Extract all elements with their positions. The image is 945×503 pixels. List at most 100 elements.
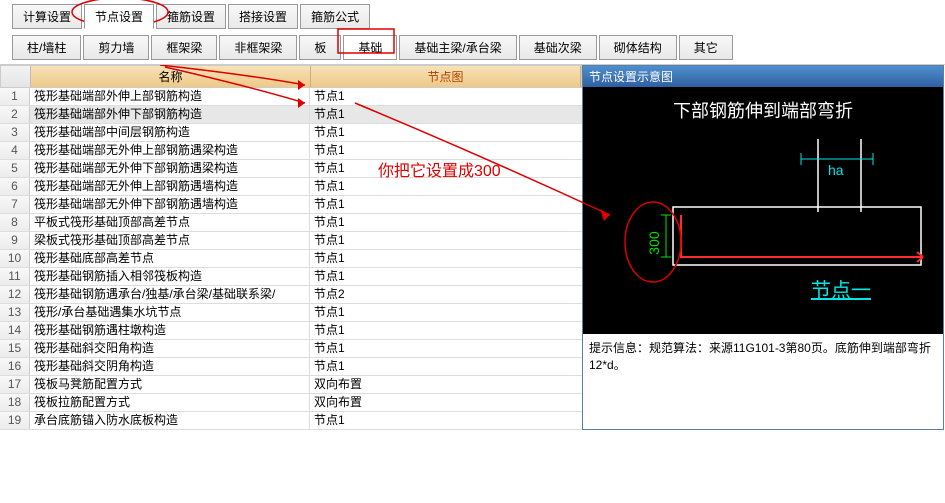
row-index: 19 <box>0 412 30 429</box>
main-tab-bar: 计算设置 节点设置 箍筋设置 搭接设置 箍筋公式 <box>0 0 945 29</box>
row-name: 承台底筋锚入防水底板构造 <box>30 412 310 429</box>
row-index: 16 <box>0 358 30 375</box>
row-name: 筏形基础端部无外伸下部钢筋遇梁构造 <box>30 160 310 177</box>
row-name: 筏形基础端部无外伸下部钢筋遇墙构造 <box>30 196 310 213</box>
sec-tab-masonry[interactable]: 砌体结构 <box>599 35 677 60</box>
row-node[interactable]: 节点1 <box>310 232 582 249</box>
sec-tab-foundation-subbeam[interactable]: 基础次梁 <box>519 35 597 60</box>
row-node[interactable]: 节点1 <box>310 304 582 321</box>
diagram-title-bar: 节点设置示意图 <box>583 66 943 87</box>
header-node: 节点图 <box>311 66 581 87</box>
row-index: 12 <box>0 286 30 303</box>
row-node[interactable]: 节点1 <box>310 124 582 141</box>
row-index: 14 <box>0 322 30 339</box>
settings-table: 名称 节点图 1筏形基础端部外伸上部钢筋构造节点12筏形基础端部外伸下部钢筋构造… <box>0 65 582 430</box>
sec-tab-shearwall[interactable]: 剪力墙 <box>83 35 149 60</box>
row-node[interactable]: 节点1 <box>310 412 582 429</box>
tab-stirrup-settings[interactable]: 箍筋设置 <box>156 4 226 29</box>
row-node[interactable]: 节点1 <box>310 340 582 357</box>
row-name: 筏板马凳筋配置方式 <box>30 376 310 393</box>
row-index: 6 <box>0 178 30 195</box>
row-index: 2 <box>0 106 30 123</box>
ha-label: ha <box>828 162 844 178</box>
table-header: 名称 节点图 <box>0 65 582 88</box>
tab-calc-settings[interactable]: 计算设置 <box>12 4 82 29</box>
header-name: 名称 <box>31 66 311 87</box>
row-name: 筏形基础钢筋插入相邻筏板构造 <box>30 268 310 285</box>
diagram-heading: 下部钢筋伸到端部弯折 <box>673 101 853 121</box>
sec-tab-nonframebeam[interactable]: 非框架梁 <box>219 35 297 60</box>
sec-tab-foundation-mainbeam[interactable]: 基础主梁/承台梁 <box>399 35 516 60</box>
table-row[interactable]: 8平板式筏形基础顶部高差节点节点1 <box>0 214 582 232</box>
row-name: 筏形基础端部外伸上部钢筋构造 <box>30 88 310 105</box>
row-name: 筏形基础斜交阴角构造 <box>30 358 310 375</box>
table-row[interactable]: 11筏形基础钢筋插入相邻筏板构造节点1 <box>0 268 582 286</box>
dim-300-label: 300 <box>646 231 662 255</box>
table-row[interactable]: 7筏形基础端部无外伸下部钢筋遇墙构造节点1 <box>0 196 582 214</box>
row-node[interactable]: 节点1 <box>310 178 582 195</box>
row-index: 8 <box>0 214 30 231</box>
table-row[interactable]: 18筏板拉筋配置方式双向布置 <box>0 394 582 412</box>
row-name: 筏形基础底部高差节点 <box>30 250 310 267</box>
row-node[interactable]: 节点1 <box>310 88 582 105</box>
row-index: 15 <box>0 340 30 357</box>
row-index: 13 <box>0 304 30 321</box>
row-name: 筏形基础端部中间层钢筋构造 <box>30 124 310 141</box>
row-name: 筏形基础钢筋遇承台/独基/承台梁/基础联系梁/ <box>30 286 310 303</box>
table-row[interactable]: 1筏形基础端部外伸上部钢筋构造节点1 <box>0 88 582 106</box>
table-row[interactable]: 5筏形基础端部无外伸下部钢筋遇梁构造节点1 <box>0 160 582 178</box>
row-name: 筏形/承台基础遇集水坑节点 <box>30 304 310 321</box>
table-row[interactable]: 19承台底筋锚入防水底板构造节点1 <box>0 412 582 430</box>
row-node[interactable]: 节点1 <box>310 322 582 339</box>
table-row[interactable]: 13筏形/承台基础遇集水坑节点节点1 <box>0 304 582 322</box>
row-name: 筏板拉筋配置方式 <box>30 394 310 411</box>
diagram-canvas: 下部钢筋伸到端部弯折 ha 300 <box>583 87 943 334</box>
row-name: 筏形基础斜交阳角构造 <box>30 340 310 357</box>
table-row[interactable]: 6筏形基础端部无外伸上部钢筋遇墙构造节点1 <box>0 178 582 196</box>
table-row[interactable]: 2筏形基础端部外伸下部钢筋构造节点1 <box>0 106 582 124</box>
row-node[interactable]: 节点1 <box>310 358 582 375</box>
tab-lap-settings[interactable]: 搭接设置 <box>228 4 298 29</box>
sec-tab-other[interactable]: 其它 <box>679 35 733 60</box>
row-node[interactable]: 双向布置 <box>310 376 582 393</box>
table-row[interactable]: 16筏形基础斜交阴角构造节点1 <box>0 358 582 376</box>
row-name: 平板式筏形基础顶部高差节点 <box>30 214 310 231</box>
row-name: 筏形基础端部无外伸上部钢筋遇墙构造 <box>30 178 310 195</box>
row-node[interactable]: 双向布置 <box>310 394 582 411</box>
table-row[interactable]: 9梁板式筏形基础顶部高差节点节点1 <box>0 232 582 250</box>
row-index: 5 <box>0 160 30 177</box>
row-index: 3 <box>0 124 30 141</box>
sec-tab-foundation[interactable]: 基础 <box>343 35 397 60</box>
row-node[interactable]: 节点1 <box>310 268 582 285</box>
table-row[interactable]: 10筏形基础底部高差节点节点1 <box>0 250 582 268</box>
row-name: 筏形基础钢筋遇柱墩构造 <box>30 322 310 339</box>
table-row[interactable]: 14筏形基础钢筋遇柱墩构造节点1 <box>0 322 582 340</box>
table-row[interactable]: 4筏形基础端部无外伸上部钢筋遇梁构造节点1 <box>0 142 582 160</box>
sec-tab-column[interactable]: 柱/墙柱 <box>12 35 81 60</box>
table-row[interactable]: 3筏形基础端部中间层钢筋构造节点1 <box>0 124 582 142</box>
row-node[interactable]: 节点2 <box>310 286 582 303</box>
row-index: 11 <box>0 268 30 285</box>
sec-tab-slab[interactable]: 板 <box>299 35 341 60</box>
secondary-tab-bar: 柱/墙柱 剪力墙 框架梁 非框架梁 板 基础 基础主梁/承台梁 基础次梁 砌体结… <box>0 29 945 65</box>
row-node[interactable]: 节点1 <box>310 106 582 123</box>
table-row[interactable]: 15筏形基础斜交阳角构造节点1 <box>0 340 582 358</box>
row-index: 17 <box>0 376 30 393</box>
row-name: 筏形基础端部外伸下部钢筋构造 <box>30 106 310 123</box>
row-index: 9 <box>0 232 30 249</box>
tab-stirrup-formula[interactable]: 箍筋公式 <box>300 4 370 29</box>
row-node[interactable]: 节点1 <box>310 142 582 159</box>
row-node[interactable]: 节点1 <box>310 214 582 231</box>
sec-tab-framebeam[interactable]: 框架梁 <box>151 35 217 60</box>
row-index: 18 <box>0 394 30 411</box>
diagram-panel: 节点设置示意图 下部钢筋伸到端部弯折 ha <box>582 65 944 430</box>
row-node[interactable]: 节点1 <box>310 160 582 177</box>
row-node[interactable]: 节点1 <box>310 250 582 267</box>
tab-node-settings[interactable]: 节点设置 <box>84 4 154 29</box>
row-index: 4 <box>0 142 30 159</box>
header-index <box>1 66 31 87</box>
table-row[interactable]: 12筏形基础钢筋遇承台/独基/承台梁/基础联系梁/节点2 <box>0 286 582 304</box>
row-node[interactable]: 节点1 <box>310 196 582 213</box>
table-row[interactable]: 17筏板马凳筋配置方式双向布置 <box>0 376 582 394</box>
row-index: 10 <box>0 250 30 267</box>
